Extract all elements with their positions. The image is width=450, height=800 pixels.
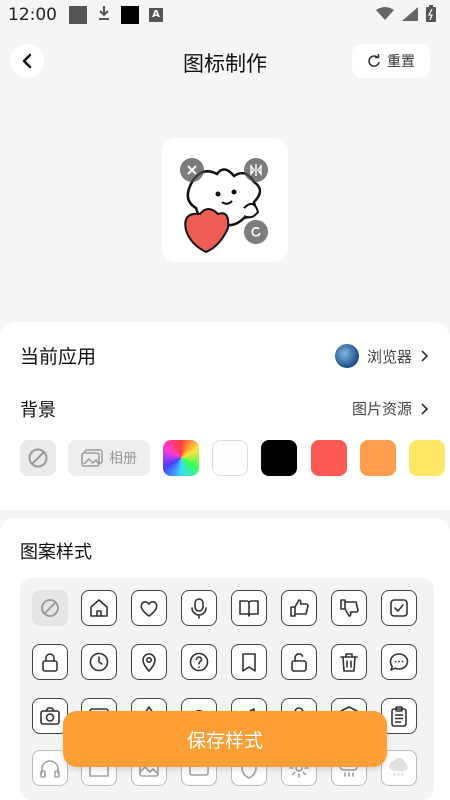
color-swatch-black[interactable]: [261, 440, 297, 476]
pattern-option-none-icon[interactable]: [32, 590, 68, 626]
notification-icon: [69, 6, 87, 24]
current-app-label: 当前应用: [20, 346, 97, 368]
pattern-option-bookmark-icon[interactable]: [231, 644, 267, 680]
settings-sheet: 当前应用 浏览器 背景 图片资源 相册: [0, 322, 450, 510]
bookmark-icon: [242, 653, 256, 672]
rotate-icon: [251, 227, 261, 237]
clock-icon: [89, 652, 109, 672]
home-icon: [90, 599, 108, 617]
browser-app-icon: [334, 344, 359, 368]
lock-icon: [42, 653, 58, 672]
flip-icon: [250, 163, 262, 177]
no-background-swatch[interactable]: [20, 440, 56, 476]
current-app-selector[interactable]: 浏览器: [334, 344, 428, 368]
image-resources-label: 图片资源: [351, 400, 412, 418]
pattern-option-checkbox-icon[interactable]: [381, 590, 417, 626]
pattern-style-label: 图案样式: [20, 542, 92, 563]
trash-icon: [340, 653, 358, 672]
color-swatch-white[interactable]: [212, 440, 248, 476]
thumbs-down-icon: [340, 599, 359, 617]
cloud-rain-icon: [389, 757, 408, 777]
thumbs-up-icon: [290, 599, 309, 617]
signal-icon: [402, 6, 418, 25]
app-name: 浏览器: [366, 347, 412, 366]
save-style-button[interactable]: 保存样式: [63, 711, 387, 767]
album-label: 相册: [109, 451, 137, 467]
wifi-icon: [376, 6, 394, 25]
headphones-icon: [40, 760, 60, 778]
pattern-option-thumbs-down-icon[interactable]: [331, 590, 367, 626]
flip-handle[interactable]: [244, 158, 268, 182]
pattern-option-trash-icon[interactable]: [331, 644, 367, 680]
book-icon: [239, 600, 259, 617]
color-swatch-yellow[interactable]: [409, 440, 445, 476]
gallery-icon: [81, 449, 103, 467]
pattern-option-chat-bubble-icon[interactable]: [381, 644, 417, 680]
status-time: 12:00: [8, 5, 57, 25]
none-icon: [41, 599, 59, 617]
pattern-option-home-icon[interactable]: [81, 590, 117, 626]
unlock-icon: [291, 653, 307, 672]
reset-button[interactable]: 重置: [352, 44, 430, 78]
a-badge-icon: A: [149, 8, 163, 22]
chevron-right-icon: [421, 402, 428, 415]
rotate-handle[interactable]: [244, 220, 268, 244]
pattern-option-location-pin-icon[interactable]: [131, 644, 167, 680]
pattern-option-heart-icon[interactable]: [131, 590, 167, 626]
checkbox-icon: [390, 599, 408, 617]
color-wheel-swatch[interactable]: [163, 440, 199, 476]
header: 图标制作 重置: [0, 40, 450, 84]
chevron-right-icon: [421, 350, 428, 362]
pattern-option-unlock-icon[interactable]: [281, 644, 317, 680]
status-bar: 12:00 A: [0, 0, 450, 30]
pattern-option-thumbs-up-icon[interactable]: [281, 590, 317, 626]
sticker-drawing[interactable]: [162, 138, 288, 262]
background-swatches: 相册: [20, 440, 450, 478]
heart-icon: [140, 601, 158, 617]
location-pin-icon: [142, 653, 156, 672]
chat-bubble-icon: [389, 653, 409, 671]
pattern-option-book-icon[interactable]: [231, 590, 267, 626]
icon-preview: [162, 138, 288, 262]
clipboard-icon: [391, 706, 407, 727]
pattern-option-lock-icon[interactable]: [32, 644, 68, 680]
color-swatch-red[interactable]: [311, 440, 347, 476]
pattern-option-question-icon[interactable]: [181, 644, 217, 680]
image-resources-link[interactable]: 图片资源: [352, 398, 428, 419]
album-button[interactable]: 相册: [68, 440, 150, 476]
pattern-option-clock-icon[interactable]: [81, 644, 117, 680]
color-swatch-orange[interactable]: [360, 440, 396, 476]
refresh-icon: [368, 54, 380, 67]
question-icon: [189, 652, 209, 672]
reset-label: 重置: [387, 54, 415, 70]
no-symbol-icon: [28, 448, 48, 468]
background-label: 背景: [20, 400, 56, 421]
app-notification-icon: [121, 6, 139, 24]
battery-icon: [426, 4, 436, 26]
pattern-option-mic-icon[interactable]: [181, 590, 217, 626]
camera-icon: [40, 707, 60, 725]
delete-handle[interactable]: [180, 158, 204, 182]
close-icon: [187, 165, 197, 175]
mic-icon: [191, 598, 207, 619]
download-icon: [97, 5, 111, 25]
